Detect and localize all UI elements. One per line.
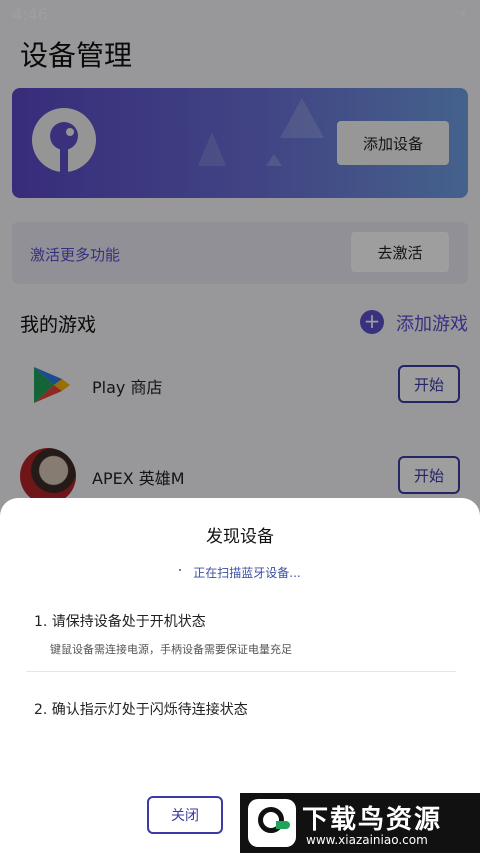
watermark-logo-icon xyxy=(248,799,296,847)
divider xyxy=(26,671,456,672)
watermark-url: www.xiazainiao.com xyxy=(306,833,428,847)
watermark: 下载鸟资源 www.xiazainiao.com xyxy=(240,793,480,853)
loading-spinner-icon xyxy=(179,568,182,571)
watermark-text: 下载鸟资源 xyxy=(302,805,443,835)
scan-status-text: 正在扫描蓝牙设备... xyxy=(193,566,301,580)
step1-desc: 键鼠设备需连接电源，手柄设备需要保证电量充足 xyxy=(50,643,292,656)
close-button[interactable]: 关闭 xyxy=(147,796,223,834)
sheet-title: 发现设备 xyxy=(206,527,274,547)
step2-title: 2. 确认指示灯处于闪烁待连接状态 xyxy=(34,702,248,718)
scan-status: 正在扫描蓝牙设备... xyxy=(0,564,480,581)
step1-title: 1. 请保持设备处于开机状态 xyxy=(34,614,206,630)
